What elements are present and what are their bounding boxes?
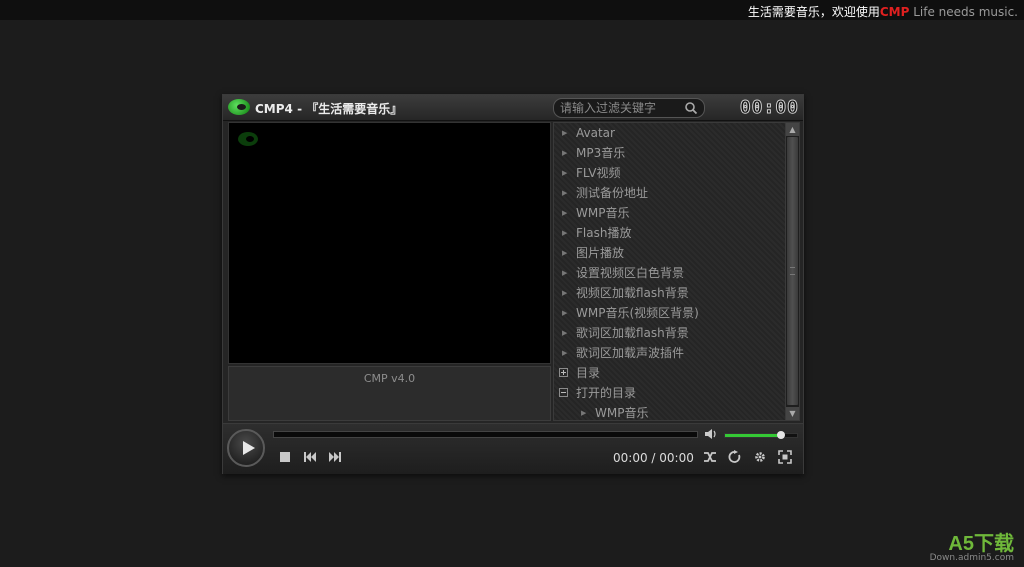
volume-fill: [725, 434, 782, 437]
playlist-item-label: 歌词区加载声波插件: [576, 346, 685, 360]
play-icon: [243, 441, 255, 455]
player-title: CMP4 - 『生活需要音乐』: [255, 102, 403, 116]
playlist-item[interactable]: ▶ 歌词区加载flash背景: [554, 323, 784, 343]
expand-icon[interactable]: [559, 368, 568, 377]
playlist-panel: ▶ Avatar ▶ MP3音乐 ▶ FLV视频 ▶ 测试备份地址 ▶ WMP音乐 ▶ Flash播放…: [553, 122, 800, 421]
banner-text-prefix: 生活需要音乐，欢迎使用: [747, 5, 880, 19]
bullet-arrow-icon: ▶: [581, 409, 587, 417]
previous-icon[interactable]: [303, 450, 317, 464]
banner-text-suffix: Life needs music.: [909, 5, 1018, 19]
time-display: 00:00 / 00:00: [613, 451, 694, 465]
playlist-item[interactable]: ▶ Avatar: [554, 123, 784, 143]
playlist-item-label: FLV视频: [576, 166, 621, 180]
bullet-arrow-icon: ▶: [562, 249, 568, 257]
playlist-item-label: WMP音乐: [576, 206, 630, 220]
lyric-area: CMP v4.0: [228, 366, 551, 421]
scrollbar-thumb[interactable]: [787, 137, 798, 405]
collapse-icon[interactable]: [559, 388, 568, 397]
playlist-search[interactable]: [553, 98, 705, 118]
bullet-arrow-icon: ▶: [562, 189, 568, 197]
playlist-item-label: 设置视频区白色背景: [576, 266, 685, 280]
watermark: A5下载 Down.admin5.com: [930, 527, 1014, 563]
volume-slider[interactable]: [724, 431, 798, 439]
bullet-arrow-icon: ▶: [562, 329, 568, 337]
playlist-item-label: 图片播放: [576, 246, 625, 260]
stop-icon[interactable]: [278, 450, 292, 464]
watermark-logo: A5下载: [948, 533, 1014, 555]
playlist-item[interactable]: ▶ FLV视频: [554, 163, 784, 183]
lyric-text: CMP v4.0: [363, 372, 416, 385]
playlist-item-label: Avatar: [576, 126, 615, 140]
banner-brand: CMP: [879, 5, 910, 19]
playlist-item[interactable]: ▶ MP3音乐: [554, 143, 784, 163]
playlist-item-label: 目录: [576, 366, 601, 380]
playlist-item[interactable]: ▶ Flash播放: [554, 223, 784, 243]
playlist-item-label: Flash播放: [576, 226, 632, 240]
progress-bar[interactable]: [273, 431, 698, 438]
bullet-arrow-icon: ▶: [562, 169, 568, 177]
bullet-arrow-icon: ▶: [562, 309, 568, 317]
playlist-item[interactable]: ▶ 测试备份地址: [554, 183, 784, 203]
playlist-item[interactable]: ▶ WMP音乐(视频区背景): [554, 303, 784, 323]
search-icon[interactable]: [684, 101, 698, 115]
cmp-logo-icon: [228, 99, 250, 115]
playlist-item[interactable]: ▶ 设置视频区白色背景: [554, 263, 784, 283]
video-area[interactable]: [228, 122, 551, 364]
playlist-item-label: MP3音乐: [576, 146, 626, 160]
search-input[interactable]: [560, 100, 678, 116]
top-banner: 生活需要音乐，欢迎使用CMP Life needs music.: [0, 0, 1024, 20]
time-counter: 00:00: [739, 97, 799, 119]
volume-knob[interactable]: [777, 431, 786, 439]
repeat-icon[interactable]: [728, 450, 742, 464]
playlist-scrollbar[interactable]: ▲ ▼: [785, 123, 799, 420]
play-button[interactable]: [227, 429, 265, 467]
shuffle-icon[interactable]: [703, 450, 717, 464]
playlist-item[interactable]: ▶ 图片播放: [554, 243, 784, 263]
gear-icon[interactable]: [753, 450, 767, 464]
playlist-folder[interactable]: 打开的目录: [554, 383, 784, 403]
fullscreen-icon[interactable]: [778, 450, 792, 464]
playlist-item[interactable]: ▶ WMP音乐: [554, 403, 784, 420]
watermark-url: Down.admin5.com: [929, 553, 1014, 563]
scroll-down-arrow-icon[interactable]: ▼: [786, 407, 799, 420]
bullet-arrow-icon: ▶: [562, 149, 568, 157]
control-bar: 00:00 / 00:00: [223, 423, 803, 474]
playlist-folder[interactable]: 目录: [554, 363, 784, 383]
playlist-item-label: 打开的目录: [576, 386, 637, 400]
playlist-item[interactable]: ▶ 视频区加载flash背景: [554, 283, 784, 303]
playlist-list: ▶ Avatar ▶ MP3音乐 ▶ FLV视频 ▶ 测试备份地址 ▶ WMP音乐 ▶ Flash播放…: [554, 123, 784, 420]
playlist-item-label: 视频区加载flash背景: [576, 286, 689, 300]
bullet-arrow-icon: ▶: [562, 349, 568, 357]
next-icon[interactable]: [328, 450, 342, 464]
volume-icon[interactable]: [704, 428, 718, 440]
playlist-item-label: 测试备份地址: [576, 186, 649, 200]
bullet-arrow-icon: ▶: [562, 229, 568, 237]
video-logo-icon: [238, 132, 258, 146]
playlist-item[interactable]: ▶ 歌词区加载声波插件: [554, 343, 784, 363]
bullet-arrow-icon: ▶: [562, 129, 568, 137]
banner-text: 生活需要音乐，欢迎使用CMP Life needs music.: [748, 3, 1018, 20]
playlist-item[interactable]: ▶ WMP音乐: [554, 203, 784, 223]
cmp-player: CMP4 - 『生活需要音乐』 00:00 CMP v4.0 ▶ Avatar ▶ M…: [222, 94, 804, 474]
playlist-item-label: WMP音乐: [595, 406, 649, 420]
playlist-item-label: WMP音乐(视频区背景): [576, 306, 699, 320]
bullet-arrow-icon: ▶: [562, 269, 568, 277]
playlist-item-label: 歌词区加载flash背景: [576, 326, 689, 340]
scroll-up-arrow-icon[interactable]: ▲: [786, 123, 799, 136]
bullet-arrow-icon: ▶: [562, 209, 568, 217]
player-titlebar: CMP4 - 『生活需要音乐』 00:00: [223, 95, 803, 121]
bullet-arrow-icon: ▶: [562, 289, 568, 297]
grip-icon: [790, 267, 795, 275]
